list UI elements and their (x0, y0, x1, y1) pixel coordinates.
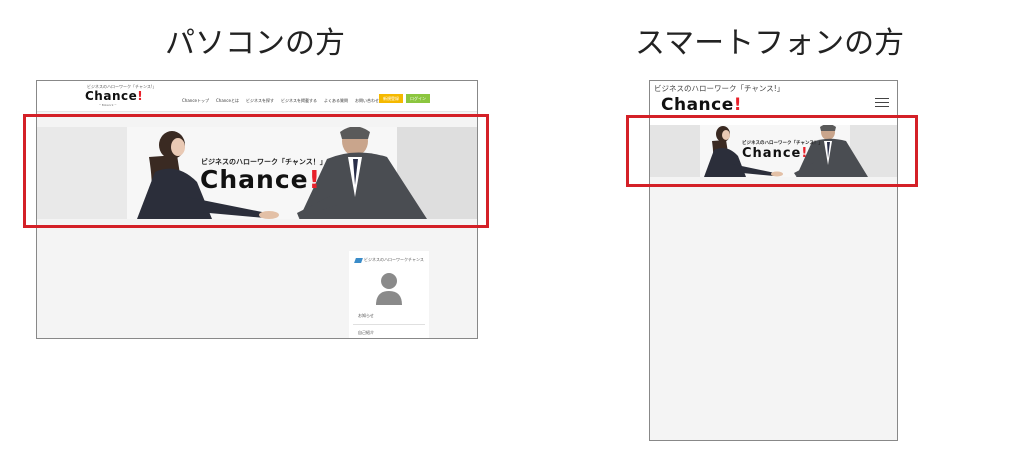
sp-hero-banner: ビジネスのハローワーク「チャンス！」 Chance! (650, 125, 897, 177)
login-button[interactable]: ログイン (406, 94, 430, 103)
nav-item-faq[interactable]: よくある質問 (324, 98, 348, 104)
widget-item-news[interactable]: お知らせ (358, 313, 374, 319)
nav-item-about[interactable]: Chanceとは (216, 98, 239, 104)
smartphone-heading: スマートフォンの方 (635, 26, 905, 61)
pc-hero-banner: ビジネスのハローワーク「チャンス！」 Chance! (37, 127, 477, 219)
widget-item-profile[interactable]: 自己紹介 (358, 330, 374, 336)
sp-site-logo[interactable]: Chance! (661, 95, 742, 115)
register-button[interactable]: 新規登録 (379, 94, 403, 103)
pc-logo-subtitle: ─ Bizwork ─ (99, 103, 117, 107)
hamburger-menu-icon[interactable] (875, 98, 889, 107)
sp-site-header: ビジネスのハローワーク「チャンス!」 Chance! (650, 81, 897, 125)
sp-hero-title: Chance! (742, 146, 808, 161)
sp-hero-title-text: Chance (742, 146, 802, 161)
pc-hero-title: Chance! (200, 165, 321, 194)
nav-item-search[interactable]: ビジネスを探す (246, 98, 274, 104)
widget-divider (353, 324, 425, 325)
diamond-logo-icon (354, 257, 363, 263)
pc-logo-mark: ! (137, 89, 144, 103)
nav-item-contact[interactable]: お問い合わせ (355, 98, 379, 104)
nav-item-post[interactable]: ビジネスを掲載する (281, 98, 317, 104)
sp-logo-mark: ! (733, 95, 743, 115)
pc-screenshot-frame: ビジネスのハローワーク「チャンス!」 Chance! ─ Bizwork ─ C… (36, 80, 478, 339)
pc-logo-text: Chance (85, 89, 138, 103)
widget-brand-label: ビジネスのハローワークチャンス (364, 257, 424, 262)
widget-brand: ビジネスのハローワークチャンス (354, 257, 424, 263)
nav-item-top[interactable]: Chanceトップ (182, 98, 209, 104)
sp-site-tagline: ビジネスのハローワーク「チャンス!」 (654, 84, 785, 93)
pc-site-header: ビジネスのハローワーク「チャンス!」 Chance! ─ Bizwork ─ C… (37, 81, 477, 112)
sp-hero-title-mark: ! (801, 146, 809, 161)
pc-heading: パソコンの方 (165, 26, 345, 61)
pc-site-logo[interactable]: Chance! (85, 89, 143, 103)
person-avatar-icon (376, 273, 402, 305)
smartphone-screenshot-frame: ビジネスのハローワーク「チャンス!」 Chance! ビジネスのハローワーク「チ… (649, 80, 898, 441)
pc-sidebar-profile-widget: ビジネスのハローワークチャンス お知らせ 自己紹介 (349, 251, 429, 338)
pc-nav-menu: Chanceトップ Chanceとは ビジネスを探す ビジネスを掲載する よくあ… (182, 98, 379, 104)
pc-hero-title-text: Chance (200, 165, 309, 194)
pc-hero-title-mark: ! (308, 165, 321, 194)
sp-logo-text: Chance (661, 95, 734, 115)
